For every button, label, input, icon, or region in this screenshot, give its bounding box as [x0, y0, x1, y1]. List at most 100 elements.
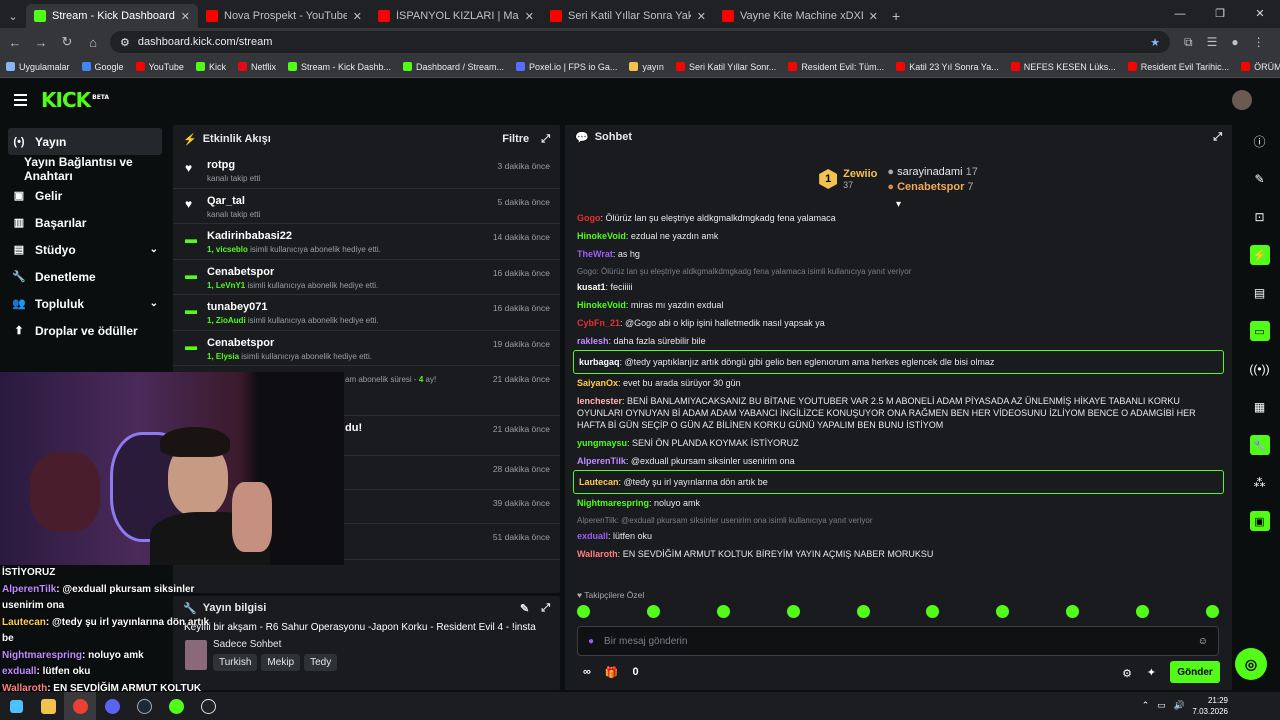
back-icon[interactable]: ← [4, 35, 26, 50]
forward-icon[interactable]: → [30, 35, 52, 50]
maximize-button[interactable]: ❐ [1200, 0, 1240, 28]
tab-close-icon[interactable]: ✕ [869, 10, 878, 23]
windows-start-icon[interactable] [0, 692, 32, 720]
url-input[interactable]: ⚙ dashboard.kick.com/stream ★ [110, 31, 1170, 53]
bookmark-item[interactable]: YouTube [135, 62, 184, 72]
site-info-icon[interactable]: ⚙ [120, 36, 130, 49]
minimize-button[interactable]: — [1160, 0, 1200, 28]
chat-username[interactable]: SaiyanOx [577, 378, 618, 388]
emote-icon[interactable] [716, 605, 730, 618]
home-icon[interactable]: ⌂ [82, 35, 104, 50]
browser-tab[interactable]: Vayne Kite Machine xDXD - You ✕ [714, 4, 886, 28]
edit-icon[interactable]: ✎ [520, 602, 529, 615]
chat-username[interactable]: CybFn_21 [577, 318, 620, 328]
sidebar-item[interactable]: ▥ Başarılar [0, 209, 170, 236]
wrench-tool-icon[interactable]: 🔧 [1239, 426, 1280, 464]
stream-tag[interactable]: Mekip [261, 654, 301, 671]
emote-icon[interactable] [996, 605, 1010, 618]
sidebar-item[interactable]: 🔧 Denetleme [0, 263, 170, 290]
network-icon[interactable]: ▭ [1157, 700, 1166, 711]
lightning-tool-icon[interactable]: ⚡ [1239, 236, 1280, 274]
chat-username[interactable]: Lautecan [579, 477, 619, 487]
chat-username[interactable]: Wallaroth [577, 549, 618, 559]
chat-username[interactable]: kurbagaq [579, 357, 620, 367]
bookmark-item[interactable]: Resident Evil: Tüm... [788, 62, 884, 72]
pencil-icon[interactable]: ✎ [1239, 160, 1280, 198]
reload-icon[interactable]: ↻ [56, 34, 78, 50]
camera-icon[interactable]: ⊡ [1239, 198, 1280, 236]
tab-close-icon[interactable]: ✕ [181, 10, 190, 23]
share-icon[interactable]: ⁂ [1239, 464, 1280, 502]
bookmark-item[interactable]: Google [81, 62, 124, 72]
chrome-icon[interactable] [64, 692, 96, 720]
chat-tool-icon[interactable]: ▭ [1239, 312, 1280, 350]
chat-username[interactable]: HinokeVoid [577, 300, 626, 310]
kick-logo[interactable]: KICK BETA [41, 88, 109, 112]
emote-icon[interactable] [646, 605, 660, 618]
chevron-down-icon[interactable]: ⌄ [150, 244, 158, 255]
activity-user[interactable]: Kadirinbabasi22 [207, 230, 483, 242]
activity-user[interactable]: Cenabetspor [207, 266, 483, 278]
browser-tab[interactable]: Nova Prospekt - YouTube ✕ [198, 4, 370, 28]
sidebar-item[interactable]: ▤ Stüdyo ⌄ [0, 236, 170, 263]
emote-icon[interactable] [1205, 605, 1219, 618]
chat-username[interactable]: TheWrat [577, 249, 613, 259]
new-tab-button[interactable]: + [892, 8, 900, 24]
mod-icon[interactable]: ✦ [1147, 666, 1156, 679]
tab-close-icon[interactable]: ✕ [697, 10, 706, 23]
emote-icon[interactable] [1136, 605, 1149, 618]
bookmark-item[interactable]: Netflix [237, 62, 276, 72]
bookmark-item[interactable]: Kick [195, 62, 226, 72]
sidebar-item[interactable]: Yayın Bağlantısı ve Anahtarı [0, 155, 170, 183]
bookmark-item[interactable]: Poxel.io | FPS io Ga... [516, 62, 617, 72]
broadcast-tool-icon[interactable]: ((•)) [1239, 350, 1280, 388]
bookmark-item[interactable]: Seri Katil Yıllar Sonr... [675, 62, 776, 72]
popout-icon[interactable]: ⤢ [541, 602, 550, 615]
chat-username[interactable]: Nightmarespring [577, 498, 649, 508]
mic-icon[interactable]: ● [588, 636, 594, 647]
tray-chevron-icon[interactable]: ⌃ [1142, 700, 1150, 711]
emote-icon[interactable] [577, 605, 590, 618]
clapper-icon[interactable]: ▣ [1239, 502, 1280, 540]
close-window-button[interactable]: ✕ [1240, 0, 1280, 28]
emoji-icon[interactable]: ☺ [1198, 636, 1208, 647]
sidebar-item[interactable]: (•) Yayın [8, 128, 162, 155]
sidebar-item[interactable]: ⬆ Droplar ve ödüller [0, 317, 170, 344]
bookmark-item[interactable]: Dashboard / Stream... [403, 62, 504, 72]
taskbar-clock[interactable]: 21:29 7.03.2026 [1192, 695, 1228, 717]
browser-tab[interactable]: Seri Katil Yıllar Sonra Yakalandı ✕ [542, 4, 714, 28]
printer-icon[interactable]: ▦ [1239, 388, 1280, 426]
notes-icon[interactable]: ▤ [1239, 274, 1280, 312]
menu-icon[interactable]: ⋮ [1253, 35, 1265, 50]
bookmark-star-icon[interactable]: ★ [1150, 36, 1160, 49]
bookmark-item[interactable]: NEFES KESEN Lüks... [1010, 62, 1116, 72]
popout-icon[interactable]: ⤢ [1213, 131, 1222, 144]
browser-tab[interactable]: Stream - Kick Dashboard ✕ [26, 4, 198, 28]
chat-username[interactable]: AlperenTilk [577, 456, 626, 466]
tab-close-icon[interactable]: ✕ [525, 10, 534, 23]
chat-message-input[interactable]: ● Bir mesaj gönderin ☺ [577, 626, 1219, 656]
stream-tag[interactable]: Tedy [304, 654, 338, 671]
steam-icon[interactable] [128, 692, 160, 720]
tab-list-icon[interactable]: ⌄ [0, 4, 26, 28]
bookmark-item[interactable]: Katil 23 Yıl Sonra Ya... [896, 62, 999, 72]
activity-user[interactable]: tunabey071 [207, 301, 483, 313]
chevron-down-icon[interactable]: ⌄ [150, 298, 158, 309]
emote-icon[interactable] [856, 605, 870, 618]
discord-icon[interactable] [96, 692, 128, 720]
extensions-icon[interactable]: ⧉ [1184, 35, 1193, 50]
bookmark-item[interactable]: Uygulamalar [6, 62, 70, 72]
help-chat-button[interactable]: ◎ [1235, 648, 1267, 680]
file-explorer-icon[interactable] [32, 692, 64, 720]
filter-button[interactable]: Filtre [502, 133, 529, 145]
popout-icon[interactable]: ⤢ [541, 133, 550, 146]
activity-user[interactable]: Cenabetspor [207, 337, 483, 349]
kick-app-icon[interactable] [160, 692, 192, 720]
chat-username[interactable]: lenchester [577, 396, 622, 406]
chat-username[interactable]: kusat1 [577, 282, 606, 292]
user-avatar[interactable] [1232, 90, 1252, 110]
emote-icon[interactable] [926, 605, 940, 618]
volume-icon[interactable]: 🔊 [1174, 700, 1185, 711]
emote-icon[interactable] [786, 605, 800, 618]
chat-username[interactable]: raklesh [577, 336, 609, 346]
